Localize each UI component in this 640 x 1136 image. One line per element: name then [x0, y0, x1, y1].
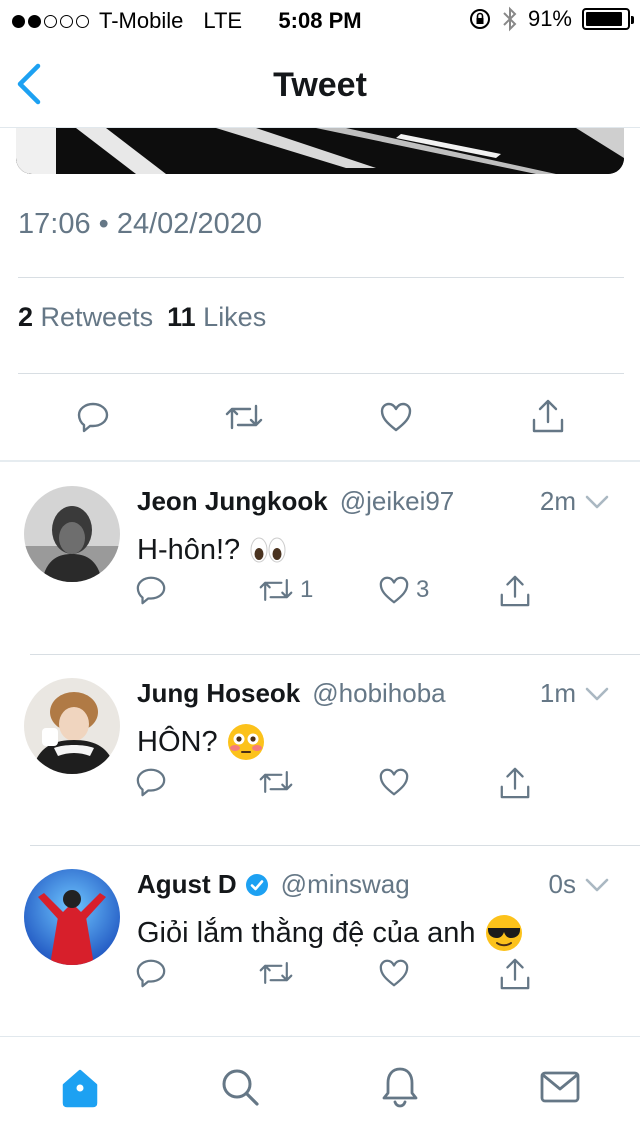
- divider: [18, 373, 624, 374]
- status-right: 91%: [468, 6, 634, 32]
- messages-icon[interactable]: [538, 1065, 582, 1109]
- reply-text-content: Giỏi lắm thằng đệ của anh: [137, 916, 476, 949]
- notifications-icon[interactable]: [378, 1065, 422, 1109]
- flushed-face-emoji: [227, 724, 264, 760]
- retweet-icon: [259, 771, 293, 793]
- divider: [18, 277, 624, 278]
- avatar[interactable]: [24, 486, 120, 582]
- username[interactable]: @jeikei97: [340, 486, 455, 517]
- tweet-actions: [0, 390, 640, 446]
- reply-text-content: HÔN?: [137, 725, 218, 758]
- display-name[interactable]: Jeon Jungkook: [137, 486, 328, 517]
- share-icon: [500, 575, 530, 607]
- chevron-down-icon[interactable]: [584, 877, 610, 893]
- retweet-button[interactable]: 1: [258, 574, 313, 606]
- like-icon[interactable]: [379, 400, 413, 434]
- sunglasses-face-emoji: [485, 915, 522, 951]
- reply-icon: [136, 576, 166, 605]
- tab-bar: [0, 1036, 640, 1136]
- likes-label: Likes: [203, 302, 267, 332]
- home-icon[interactable]: [58, 1065, 102, 1109]
- display-name[interactable]: Jung Hoseok: [137, 678, 300, 709]
- retweet-button[interactable]: [258, 957, 300, 989]
- reply-icon: [136, 768, 166, 797]
- reply-header: Agust D @minswag 0s: [137, 869, 610, 900]
- navigation-bar: Tweet: [0, 40, 640, 128]
- share-button[interactable]: [498, 574, 532, 608]
- avatar[interactable]: [24, 869, 120, 965]
- reply-text: HÔN?: [137, 722, 266, 762]
- tweet-timestamp: 17:06 • 24/02/2020: [18, 208, 262, 240]
- reply-text: Giỏi lắm thằng đệ của anh: [137, 913, 524, 953]
- reply-header: Jung Hoseok @hobihoba 1m: [137, 678, 610, 709]
- avatar[interactable]: [24, 678, 120, 774]
- chevron-down-icon[interactable]: [584, 686, 610, 702]
- chevron-down-icon[interactable]: [584, 494, 610, 510]
- retweet-button[interactable]: [258, 766, 300, 798]
- display-name[interactable]: Agust D: [137, 869, 237, 900]
- reply-tweet[interactable]: Agust D @minswag 0s Giỏi lắm thằng đệ củ…: [0, 845, 640, 1035]
- search-icon[interactable]: [218, 1065, 262, 1109]
- orientation-lock-icon: [469, 9, 490, 29]
- likes-count: 11: [167, 302, 196, 332]
- share-icon[interactable]: [530, 398, 566, 434]
- verified-badge-icon: [245, 873, 268, 896]
- reply-button[interactable]: [135, 766, 167, 798]
- reply-tweet[interactable]: Jung Hoseok @hobihoba 1m HÔN?: [0, 654, 640, 844]
- battery-percent: 91%: [527, 6, 572, 31]
- retweet-icon[interactable]: [224, 400, 264, 434]
- relative-time: 0s: [548, 869, 576, 899]
- bluetooth-icon: [503, 6, 517, 32]
- share-button[interactable]: [498, 766, 532, 800]
- page-title: Tweet: [273, 66, 367, 104]
- tweet-image[interactable]: [16, 128, 624, 174]
- reply-header: Jeon Jungkook @jeikei97 2m: [137, 486, 610, 517]
- relative-time: 1m: [539, 678, 576, 708]
- likes-stat[interactable]: 11 Likes: [167, 302, 266, 333]
- reply-text-content: H-hôn!?: [137, 533, 241, 566]
- tweet-stats: 2 Retweets 11 Likes: [18, 302, 266, 333]
- like-icon: [379, 576, 409, 604]
- reply-icon: [136, 959, 166, 988]
- status-bar: T-Mobile LTE 5:08 PM 91%: [0, 0, 640, 40]
- eyes-emoji: [250, 537, 286, 563]
- like-button[interactable]: [378, 957, 416, 989]
- reply-button[interactable]: [135, 574, 167, 606]
- retweets-count: 2: [18, 302, 34, 332]
- retweet-icon: [259, 579, 293, 601]
- like-button[interactable]: [378, 766, 416, 798]
- reply-actions: [0, 957, 640, 997]
- relative-time: 2m: [539, 486, 576, 516]
- reply-text: H-hôn!?: [137, 530, 288, 570]
- share-button[interactable]: [498, 957, 532, 991]
- retweets-label: Retweets: [40, 302, 154, 332]
- reply-icon[interactable]: [76, 400, 110, 434]
- retweet-count: 1: [300, 576, 314, 603]
- reply-actions: 1 3: [0, 574, 640, 614]
- share-icon: [500, 767, 530, 799]
- share-icon: [500, 958, 530, 990]
- battery-icon: [582, 8, 634, 30]
- retweets-stat[interactable]: 2 Retweets: [18, 302, 153, 333]
- reply-button[interactable]: [135, 957, 167, 989]
- like-count: 3: [416, 576, 430, 603]
- username[interactable]: @hobihoba: [312, 678, 445, 709]
- username[interactable]: @minswag: [281, 869, 410, 900]
- like-icon: [379, 959, 409, 987]
- like-button[interactable]: 3: [378, 574, 429, 606]
- retweet-icon: [259, 962, 293, 984]
- reply-tweet[interactable]: Jeon Jungkook @jeikei97 2m H-hôn!? 1 3: [0, 462, 640, 652]
- reply-actions: [0, 766, 640, 806]
- like-icon: [379, 768, 409, 796]
